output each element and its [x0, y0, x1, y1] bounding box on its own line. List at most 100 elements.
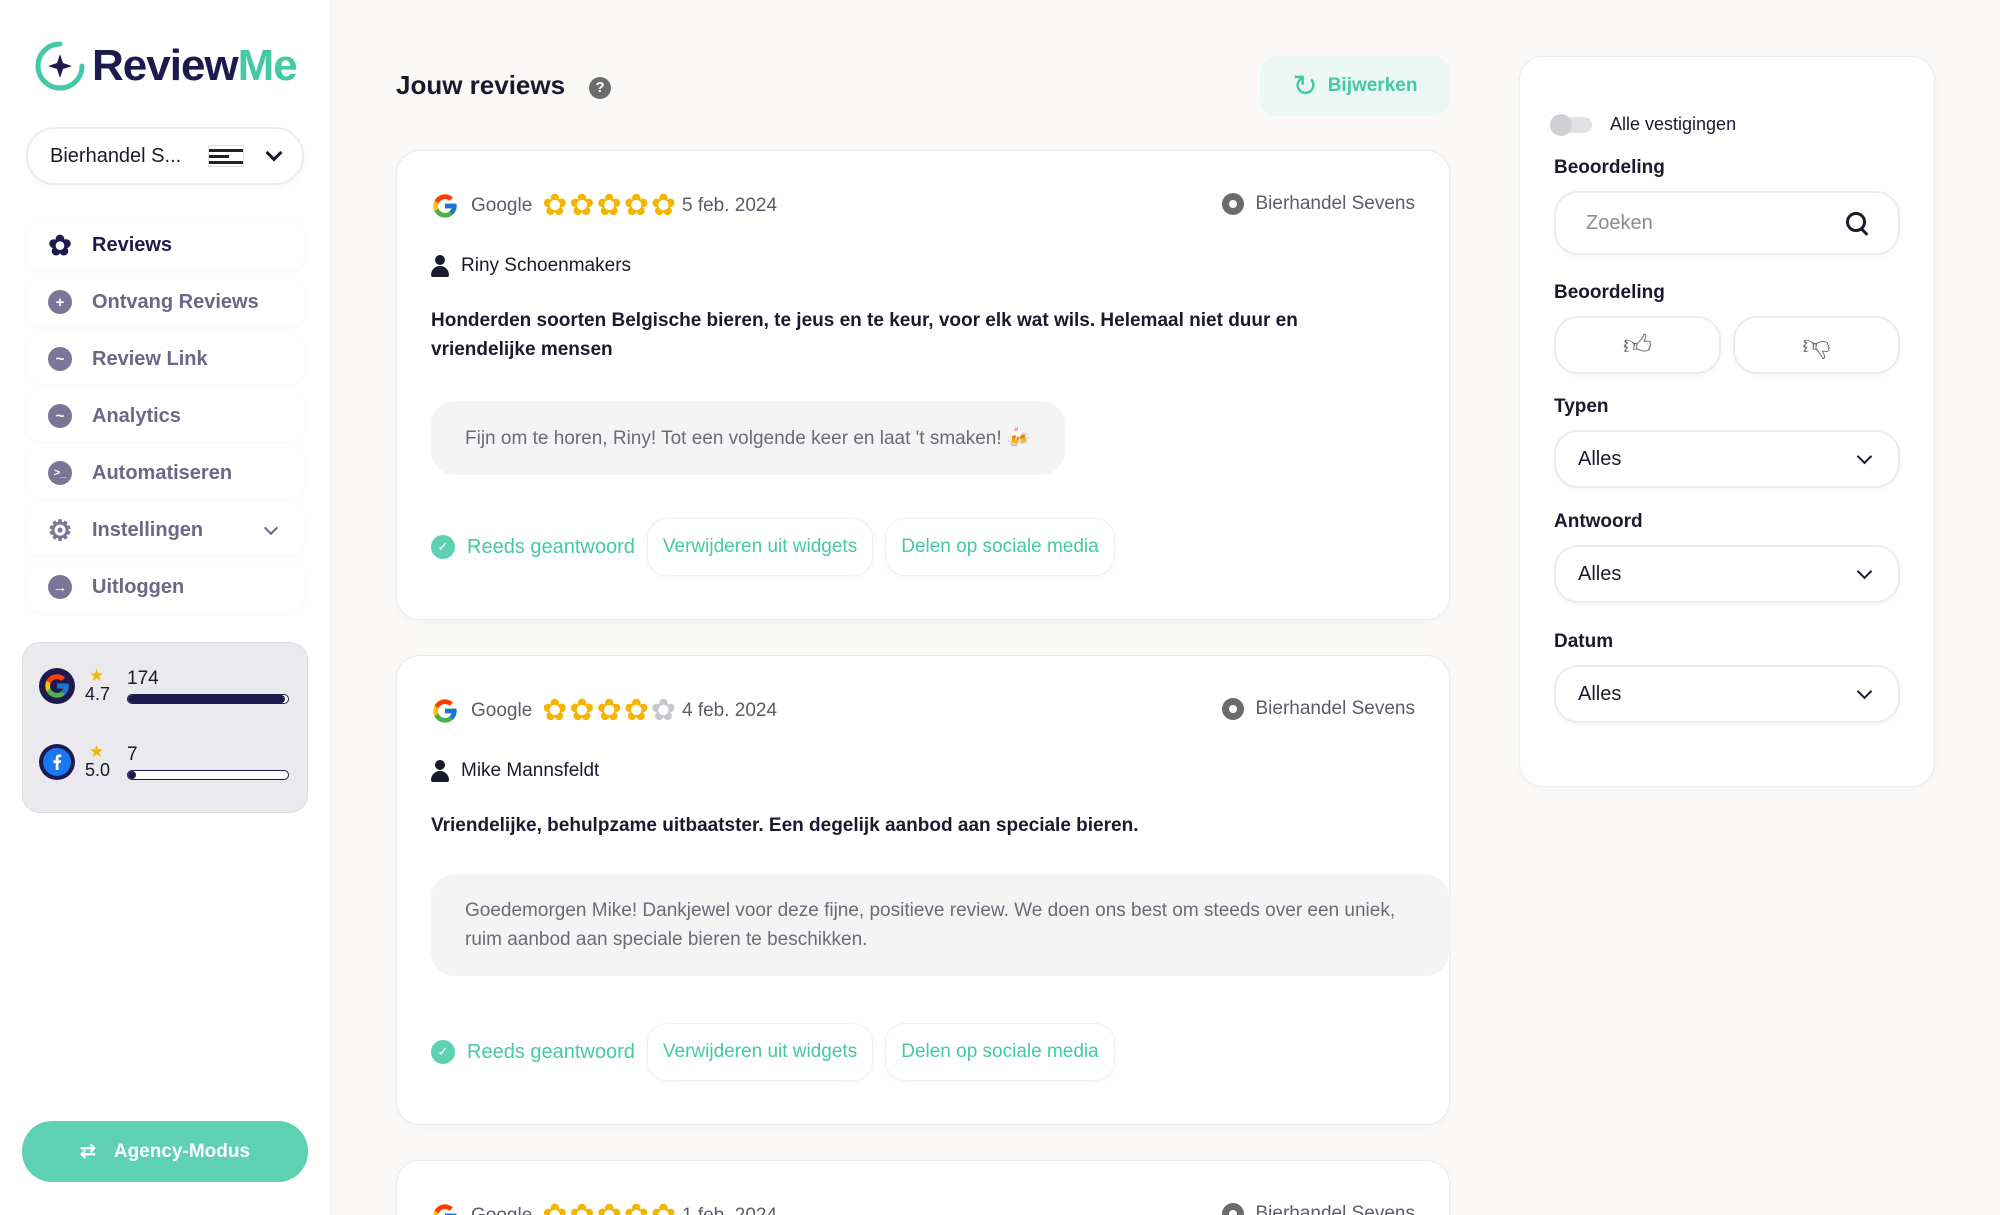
plus-circle-icon: + — [48, 290, 72, 314]
google-score: ★ 4.7 — [85, 667, 125, 705]
review-location: Bierhandel Sevens — [1221, 698, 1416, 720]
review-reply: Fijn om te horen, Riny! Tot een volgende… — [431, 401, 1065, 475]
reply-text: Goedemorgen Mike! Dankjewel voor deze fi… — [465, 900, 1396, 950]
swap-icon: ⇄ — [79, 1141, 96, 1162]
facebook-progress-bar — [127, 770, 289, 780]
nav-item-review-link[interactable]: ~ Review Link — [26, 334, 304, 384]
facebook-bar-wrap: 7 — [127, 744, 289, 780]
google-logo-icon — [39, 668, 75, 704]
location-label: Bierhandel Sevens — [1255, 1203, 1416, 1215]
star-filled-icon: ✿ — [624, 1201, 649, 1215]
review-location: Bierhandel Sevens — [1221, 1203, 1416, 1215]
google-rating: 4.7 — [85, 684, 111, 704]
all-locations-toggle[interactable] — [1550, 113, 1592, 136]
business-logo — [208, 145, 244, 167]
review-date: 5 feb. 2024 — [681, 195, 778, 216]
star-filled-icon: ✿ — [542, 1201, 567, 1215]
page-title: Jouw reviews ? — [396, 70, 612, 101]
author-name: Riny Schoenmakers — [461, 255, 632, 276]
types-select[interactable]: Alles — [1554, 430, 1900, 488]
remove-from-widgets-button[interactable]: Verwijderen uit widgets — [646, 518, 874, 576]
author-name: Mike Mannsfeldt — [461, 760, 600, 781]
refresh-icon: ↻ — [1292, 69, 1318, 103]
search-input[interactable]: Zoeken — [1554, 191, 1900, 255]
logo-text: ReviewMe — [92, 41, 298, 90]
nav-item-instellingen[interactable]: ⚙ Instellingen — [26, 505, 304, 555]
search-label: Beoordeling — [1554, 157, 1665, 178]
star-filled-icon: ✿ — [542, 189, 568, 222]
google-bar-wrap: 174 — [127, 668, 289, 704]
share-social-button[interactable]: Delen op sociale media — [885, 518, 1115, 576]
location-label: Bierhandel Sevens — [1255, 698, 1416, 719]
location-pin-icon — [1221, 1203, 1244, 1215]
nav-item-ontvang-reviews[interactable]: + Ontvang Reviews — [26, 277, 304, 327]
nav-item-uitloggen[interactable]: → Uitloggen — [26, 562, 304, 612]
star-icon: ★ — [89, 742, 105, 761]
review-header: Google ✿✿✿✿✿ 1 feb. 2024 — [431, 1201, 777, 1215]
chevron-down-icon — [265, 144, 283, 162]
google-icon — [433, 699, 457, 723]
review-date: 1 feb. 2024 — [682, 1205, 777, 1215]
nav-item-analytics[interactable]: ~ Analytics — [26, 391, 304, 441]
share-social-button[interactable]: Delen op sociale media — [885, 1023, 1115, 1081]
logo[interactable]: ReviewMe — [32, 38, 298, 94]
review-actions: ✓ Reeds geantwoord Verwijderen uit widge… — [431, 1023, 1127, 1081]
nav-item-label: Analytics — [92, 404, 181, 427]
search-placeholder: Zoeken — [1586, 211, 1653, 234]
check-icon: ✓ — [431, 535, 455, 559]
types-value: Alles — [1578, 447, 1622, 470]
facebook-progress-fill — [128, 771, 136, 779]
help-icon[interactable]: ? — [589, 76, 612, 99]
nav-item-label: Automatiseren — [92, 461, 233, 484]
date-value: Alles — [1578, 682, 1622, 705]
gear-icon: ⚙ — [47, 514, 73, 546]
page-title-text: Jouw reviews — [396, 70, 566, 100]
location-label: Bierhandel Sevens — [1255, 193, 1416, 214]
thumbs-down-button[interactable]: 👎︎ — [1733, 316, 1900, 374]
star-empty-icon: ✿ — [650, 694, 676, 727]
answer-select[interactable]: Alles — [1554, 545, 1900, 603]
date-label: Datum — [1554, 631, 1614, 652]
star-rating: ✿✿✿✿✿ — [542, 1201, 678, 1215]
thumbs-up-icon: 👍︎ — [1622, 329, 1653, 360]
review-actions: ✓ Reeds geantwoord Verwijderen uit widge… — [431, 518, 1127, 576]
answered-status: Reeds geantwoord — [467, 1040, 635, 1063]
facebook-stat-row: ★ 5.0 7 — [39, 743, 289, 781]
review-reply: Goedemorgen Mike! Dankjewel voor deze fi… — [431, 874, 1449, 976]
rating-label: Beoordeling — [1554, 282, 1665, 303]
answer-value: Alles — [1578, 562, 1622, 585]
types-label: Typen — [1554, 396, 1609, 417]
date-select[interactable]: Alles — [1554, 665, 1900, 723]
business-select-value: Bierhandel S... — [50, 144, 182, 167]
star-filled-icon: ✿ — [569, 189, 595, 222]
nav-item-label: Reviews — [92, 233, 173, 256]
star-icon: ★ — [89, 666, 105, 685]
chevron-down-icon — [1856, 683, 1873, 699]
review-date: 4 feb. 2024 — [681, 700, 778, 721]
thumbs-up-button[interactable]: 👍︎ — [1554, 316, 1721, 374]
facebook-logo-icon — [39, 744, 75, 780]
all-locations-label: Alle vestigingen — [1610, 114, 1737, 134]
google-progress-bar — [127, 694, 289, 704]
nav-item-automatiseren[interactable]: >_ Automatiseren — [26, 448, 304, 498]
star-filled-icon: ✿ — [623, 694, 649, 727]
rating-buttons: 👍︎ 👎︎ — [1554, 316, 1900, 374]
answer-label: Antwoord — [1554, 511, 1643, 532]
star-filled-icon: ✿ — [596, 189, 622, 222]
review-source: Google — [471, 195, 533, 216]
search-icon — [1846, 212, 1868, 234]
agency-mode-label: Agency-Modus — [113, 1140, 251, 1162]
google-progress-fill — [128, 695, 285, 703]
google-stat-row: ★ 4.7 174 — [39, 667, 289, 705]
main-nav: ✿ Reviews + Ontvang Reviews ~ Review Lin… — [26, 220, 304, 619]
star-filled-icon: ✿ — [650, 189, 676, 222]
star-filled-icon: ✿ — [623, 189, 649, 222]
refresh-button[interactable]: ↻ Bijwerken — [1260, 56, 1450, 116]
star-filled-icon: ✿ — [542, 694, 568, 727]
business-select[interactable]: Bierhandel S... — [26, 127, 304, 185]
logo-icon — [35, 41, 85, 91]
remove-from-widgets-button[interactable]: Verwijderen uit widgets — [646, 1023, 874, 1081]
agency-mode-button[interactable]: ⇄ Agency-Modus — [22, 1121, 308, 1182]
star-rating: ✿✿✿✿✿ — [542, 696, 678, 726]
nav-item-reviews[interactable]: ✿ Reviews — [26, 220, 304, 270]
